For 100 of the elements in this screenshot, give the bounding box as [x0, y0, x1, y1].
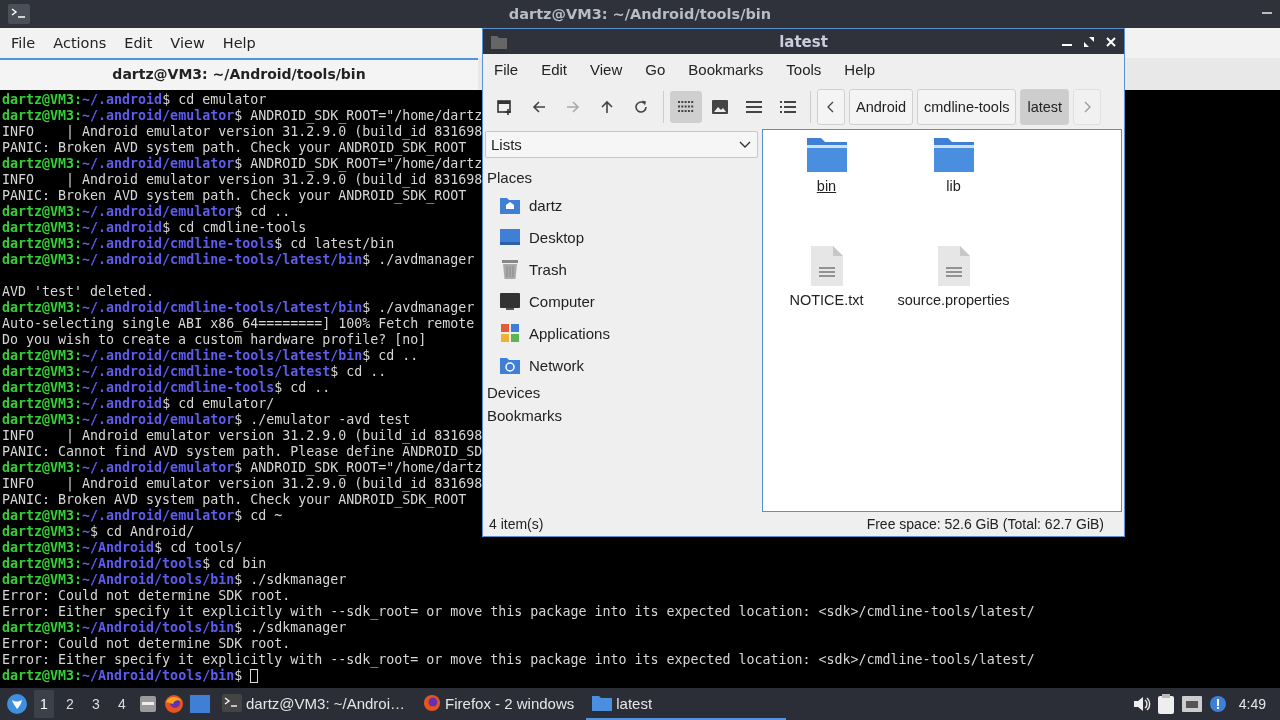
folder-icon — [491, 34, 507, 49]
terminal-line: Do you wish to create a custom hardware profile? [no] — [2, 332, 427, 348]
speaker-icon[interactable] — [1132, 696, 1151, 712]
reload-icon — [633, 99, 649, 115]
menu-item[interactable]: Tools — [777, 61, 831, 78]
terminal-line: Error: Either specify it explicitly with --sdk_root= or move this package into its expected location: <sdk>/cmdline-tools/latest/ — [2, 604, 1035, 620]
firefox-icon[interactable] — [164, 694, 184, 714]
menu-item[interactable]: File — [2, 35, 45, 51]
path-button[interactable]: latest — [1020, 89, 1070, 125]
terminal-line: INFO | Android emulator version 31.2.9.0 (build_id 831698 — [2, 476, 483, 492]
start-menu-icon[interactable] — [6, 693, 28, 715]
terminal-line: dartz@VM3:~/.android/cmdline-tools$ cd .. — [2, 380, 331, 396]
section-heading[interactable]: Bookmarks — [485, 404, 758, 427]
task-button[interactable]: latest — [586, 688, 787, 720]
view-mode-button[interactable] — [670, 91, 702, 123]
terminal-icon[interactable] — [8, 4, 30, 24]
home-folder-icon — [499, 195, 521, 215]
forward-arrow-icon — [565, 99, 581, 115]
menu-item[interactable]: View — [581, 61, 632, 78]
terminal-line: Auto-selecting single ABI x86_64========] 100% Fetch remote — [2, 316, 475, 332]
terminal-line: PANIC: Broken AVD system path. Check your ANDROID_SDK_ROOT — [2, 188, 467, 204]
clipboard-icon[interactable] — [1156, 694, 1175, 714]
terminal-line: dartz@VM3:~/.android/cmdline-tools/latest/bin$ cd .. — [2, 348, 419, 364]
terminal-line: dartz@VM3:~/.android$ cd emulator — [2, 92, 267, 108]
chevron-left-icon — [827, 101, 835, 113]
folder-entry[interactable]: lib — [890, 136, 1017, 246]
free-space: Free space: 52.6 GiB (Total: 62.7 GiB) — [866, 516, 1104, 532]
terminal-line: dartz@VM3:~/Android$ cd tools/ — [2, 540, 243, 556]
firefox-icon — [423, 694, 442, 712]
detailed-list-icon — [780, 101, 796, 113]
place-item[interactable]: Network — [485, 349, 758, 381]
back-arrow-icon — [531, 99, 547, 115]
terminal-line: PANIC: Broken AVD system path. Check your ANDROID_SDK_ROOT — [2, 492, 467, 508]
maximize-icon[interactable] — [1084, 36, 1094, 47]
workspace-button[interactable]: 2 — [60, 690, 80, 718]
terminal-line: INFO | Android emulator version 31.2.9.0 (build_id 831698 — [2, 172, 483, 188]
chevron-right-icon — [1083, 101, 1092, 113]
folder-icon — [806, 136, 847, 172]
workspace-button[interactable]: 1 — [34, 690, 54, 718]
terminal-line: dartz@VM3:~/Android/tools$ cd bin — [2, 556, 267, 572]
place-item[interactable]: Applications — [485, 317, 758, 349]
workspace-button[interactable]: 3 — [86, 690, 106, 718]
chevron-down-icon — [739, 140, 751, 149]
folder-icon — [592, 695, 613, 711]
terminal-line: Error: Could not determine SDK root. — [2, 636, 291, 652]
task-button[interactable]: Firefox - 2 windows — [417, 688, 581, 720]
menu-item[interactable]: Go — [636, 61, 675, 78]
network-folder-icon — [499, 355, 521, 375]
up-arrow-icon — [599, 99, 615, 115]
list-view-icon — [746, 101, 762, 113]
folder-entry[interactable]: bin — [763, 136, 890, 246]
place-item[interactable]: Computer — [485, 285, 758, 317]
terminal-line: dartz@VM3:~/.android/cmdline-tools$ cd latest/bin — [2, 236, 395, 252]
place-item[interactable]: dartz — [485, 189, 758, 221]
document-icon — [810, 246, 843, 286]
close-icon[interactable] — [1106, 36, 1116, 47]
window-title: latest — [779, 32, 828, 51]
minimize-icon[interactable] — [1262, 12, 1272, 16]
section-heading[interactable]: Places — [485, 166, 758, 189]
terminal-line: dartz@VM3:~/.android$ cd emulator/ — [2, 396, 275, 412]
terminal-line: dartz@VM3:~/.android/emulator$ cd ~ — [2, 508, 283, 524]
task-button[interactable]: dartz@VM3: ~/Androi… — [216, 688, 412, 720]
terminal-line: dartz@VM3:~/.android/cmdline-tools/latest$ cd .. — [2, 364, 387, 380]
menu-item[interactable]: Help — [213, 35, 265, 51]
path-button[interactable]: cmdline-tools — [917, 89, 1017, 125]
notification-icon[interactable] — [1208, 695, 1227, 713]
monitor-icon — [499, 291, 521, 311]
pane-selector[interactable]: Lists — [485, 131, 758, 158]
terminal-line: dartz@VM3:~/.android/cmdline-tools/latest/bin$ ./avdmanager — [2, 252, 475, 268]
menu-item[interactable]: Edit — [532, 61, 577, 78]
menu-item[interactable]: Edit — [115, 35, 162, 51]
file-cabinet-icon[interactable] — [138, 694, 158, 714]
terminal-line: dartz@VM3:~/.android/emulator$ cd .. — [2, 204, 291, 220]
terminal-line: dartz@VM3:~/Android/tools/bin$ ./sdkmanager — [2, 572, 347, 588]
menu-item[interactable]: View — [161, 35, 214, 51]
place-item[interactable]: Desktop — [485, 221, 758, 253]
terminal-line: dartz@VM3:~/Android/tools/bin$ ./sdkmanager — [2, 620, 347, 636]
terminal-line: dartz@VM3:~/.android/emulator$ ANDROID_SDK_ROOT="/home/dartz — [2, 156, 483, 172]
document-entry[interactable]: source.properties — [890, 246, 1017, 356]
image-view-icon — [712, 100, 728, 114]
document-entry[interactable]: NOTICE.txt — [763, 246, 890, 356]
terminal-line: PANIC: Cannot find AVD system path. Please define ANDROID_SD — [2, 444, 483, 460]
terminal-tab[interactable]: dartz@VM3: ~/Android/tools/bin — [0, 58, 478, 90]
place-item[interactable]: Trash — [485, 253, 758, 285]
menu-item[interactable]: Bookmarks — [679, 61, 773, 78]
workspace-button[interactable]: 4 — [112, 690, 132, 718]
terminal-icon — [222, 694, 242, 712]
path-button[interactable]: Android — [849, 89, 913, 125]
terminal-line: dartz@VM3:~$ cd Android/ — [2, 524, 195, 540]
menu-item[interactable]: Actions — [44, 35, 116, 51]
clock: 4:49 — [1238, 696, 1266, 712]
document-icon — [937, 246, 970, 286]
network-icon[interactable] — [1180, 695, 1203, 713]
terminal-line: Error: Could not determine SDK root. — [2, 588, 291, 604]
terminal-line: PANIC: Broken AVD system path. Check your ANDROID_SDK_ROOT — [2, 140, 467, 156]
trash-icon — [499, 258, 521, 280]
folder-icon — [933, 136, 974, 172]
menu-item[interactable]: File — [485, 61, 528, 78]
menu-item[interactable]: Help — [835, 61, 885, 78]
section-heading[interactable]: Devices — [485, 381, 758, 404]
